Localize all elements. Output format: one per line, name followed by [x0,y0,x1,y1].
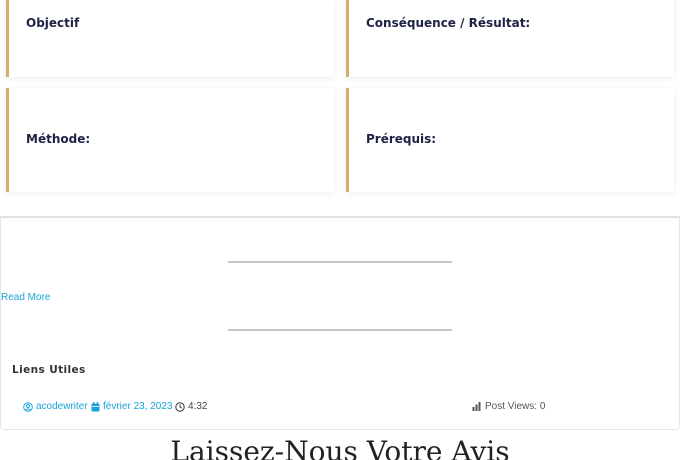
consequence-title: Conséquence / Résultat: [366,16,531,30]
post-date: février 23, 2023 [103,401,173,412]
methode-card: Méthode: [6,88,334,192]
bar-chart-icon [472,402,481,411]
review-heading: Laissez-Nous Votre Avis [170,435,510,460]
post-time: 4:32 [175,400,207,413]
user-icon [23,401,33,412]
prerequis-title: Prérequis: [366,132,437,146]
calendar-icon [91,401,100,411]
liens-utiles-heading: Liens Utiles [12,364,86,376]
read-more-link[interactable]: Read More [1,292,50,303]
post-content-box [0,216,680,430]
consequence-card: Conséquence / Résultat: [346,0,674,77]
post-time-text: 4:32 [188,401,208,412]
author-name: acodewriter [36,401,88,412]
prerequis-card: Prérequis: [346,88,674,192]
methode-title: Méthode: [26,132,91,146]
post-views-text: Post Views: 0 [485,401,546,412]
date-link[interactable]: février 23, 2023 [91,400,173,413]
clock-icon [175,401,185,412]
objectif-title: Objectif [26,16,80,30]
divider-bottom [228,329,452,331]
objectif-card: Objectif [6,0,334,77]
post-views: Post Views: 0 [472,400,545,413]
divider-top [228,261,452,263]
author-link[interactable]: acodewriter [23,400,88,413]
